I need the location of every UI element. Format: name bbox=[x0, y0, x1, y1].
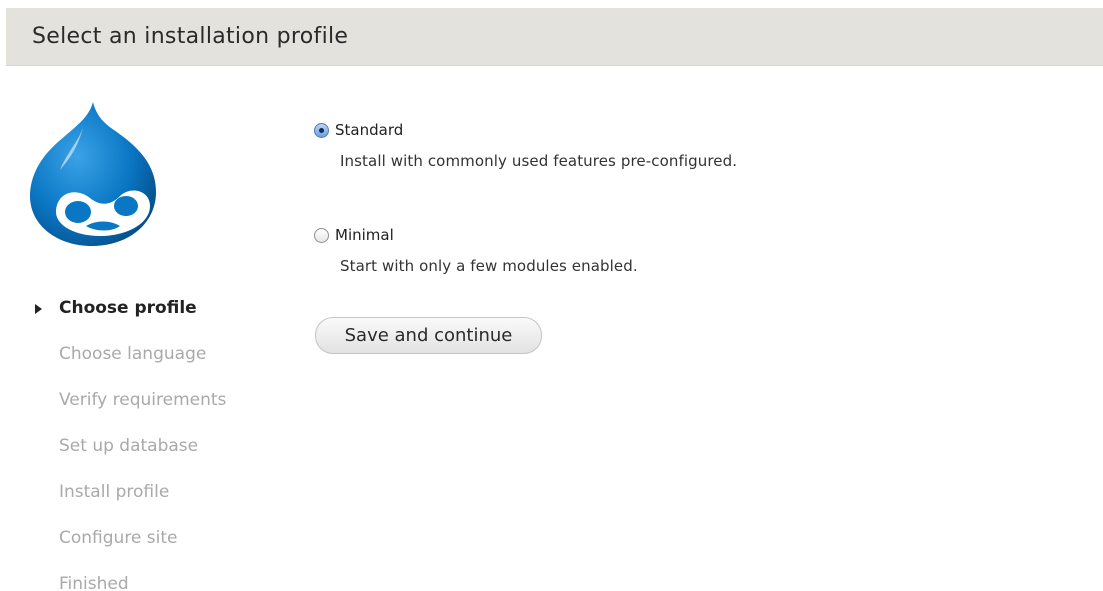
step-choose-profile: Choose profile bbox=[30, 294, 226, 340]
install-steps: Choose profile Choose language Verify re… bbox=[30, 294, 226, 591]
standard-radio-label[interactable]: Standard bbox=[335, 121, 403, 139]
step-label: Verify requirements bbox=[59, 390, 227, 410]
step-install-profile: Install profile bbox=[30, 478, 226, 524]
step-finished: Finished bbox=[30, 570, 226, 591]
page-title: Select an installation profile bbox=[32, 24, 349, 49]
step-verify-requirements: Verify requirements bbox=[30, 386, 226, 432]
standard-radio-button[interactable] bbox=[314, 122, 329, 138]
profile-option-minimal[interactable]: Minimal Start with only a few modules en… bbox=[314, 223, 638, 275]
page-header: Select an installation profile bbox=[6, 8, 1103, 66]
step-choose-language: Choose language bbox=[30, 340, 226, 386]
step-label: Install profile bbox=[59, 482, 170, 502]
standard-description: Install with commonly used features pre-… bbox=[340, 152, 738, 170]
step-label: Finished bbox=[59, 574, 129, 591]
step-label: Set up database bbox=[59, 436, 199, 456]
minimal-radio-button[interactable] bbox=[314, 227, 329, 243]
minimal-radio-label[interactable]: Minimal bbox=[335, 226, 394, 244]
radio-row[interactable]: Standard bbox=[314, 118, 737, 142]
save-and-continue-button[interactable]: Save and continue bbox=[315, 317, 542, 354]
step-set-up-database: Set up database bbox=[30, 432, 226, 478]
drupal-logo-icon bbox=[30, 102, 156, 246]
step-label: Choose language bbox=[59, 344, 207, 364]
step-label: Configure site bbox=[59, 528, 178, 548]
radio-row[interactable]: Minimal bbox=[314, 223, 638, 247]
current-step-arrow-icon bbox=[35, 304, 42, 314]
minimal-description: Start with only a few modules enabled. bbox=[340, 257, 638, 275]
step-configure-site: Configure site bbox=[30, 524, 226, 570]
profile-option-standard[interactable]: Standard Install with commonly used feat… bbox=[314, 118, 737, 170]
step-label: Choose profile bbox=[59, 298, 197, 318]
